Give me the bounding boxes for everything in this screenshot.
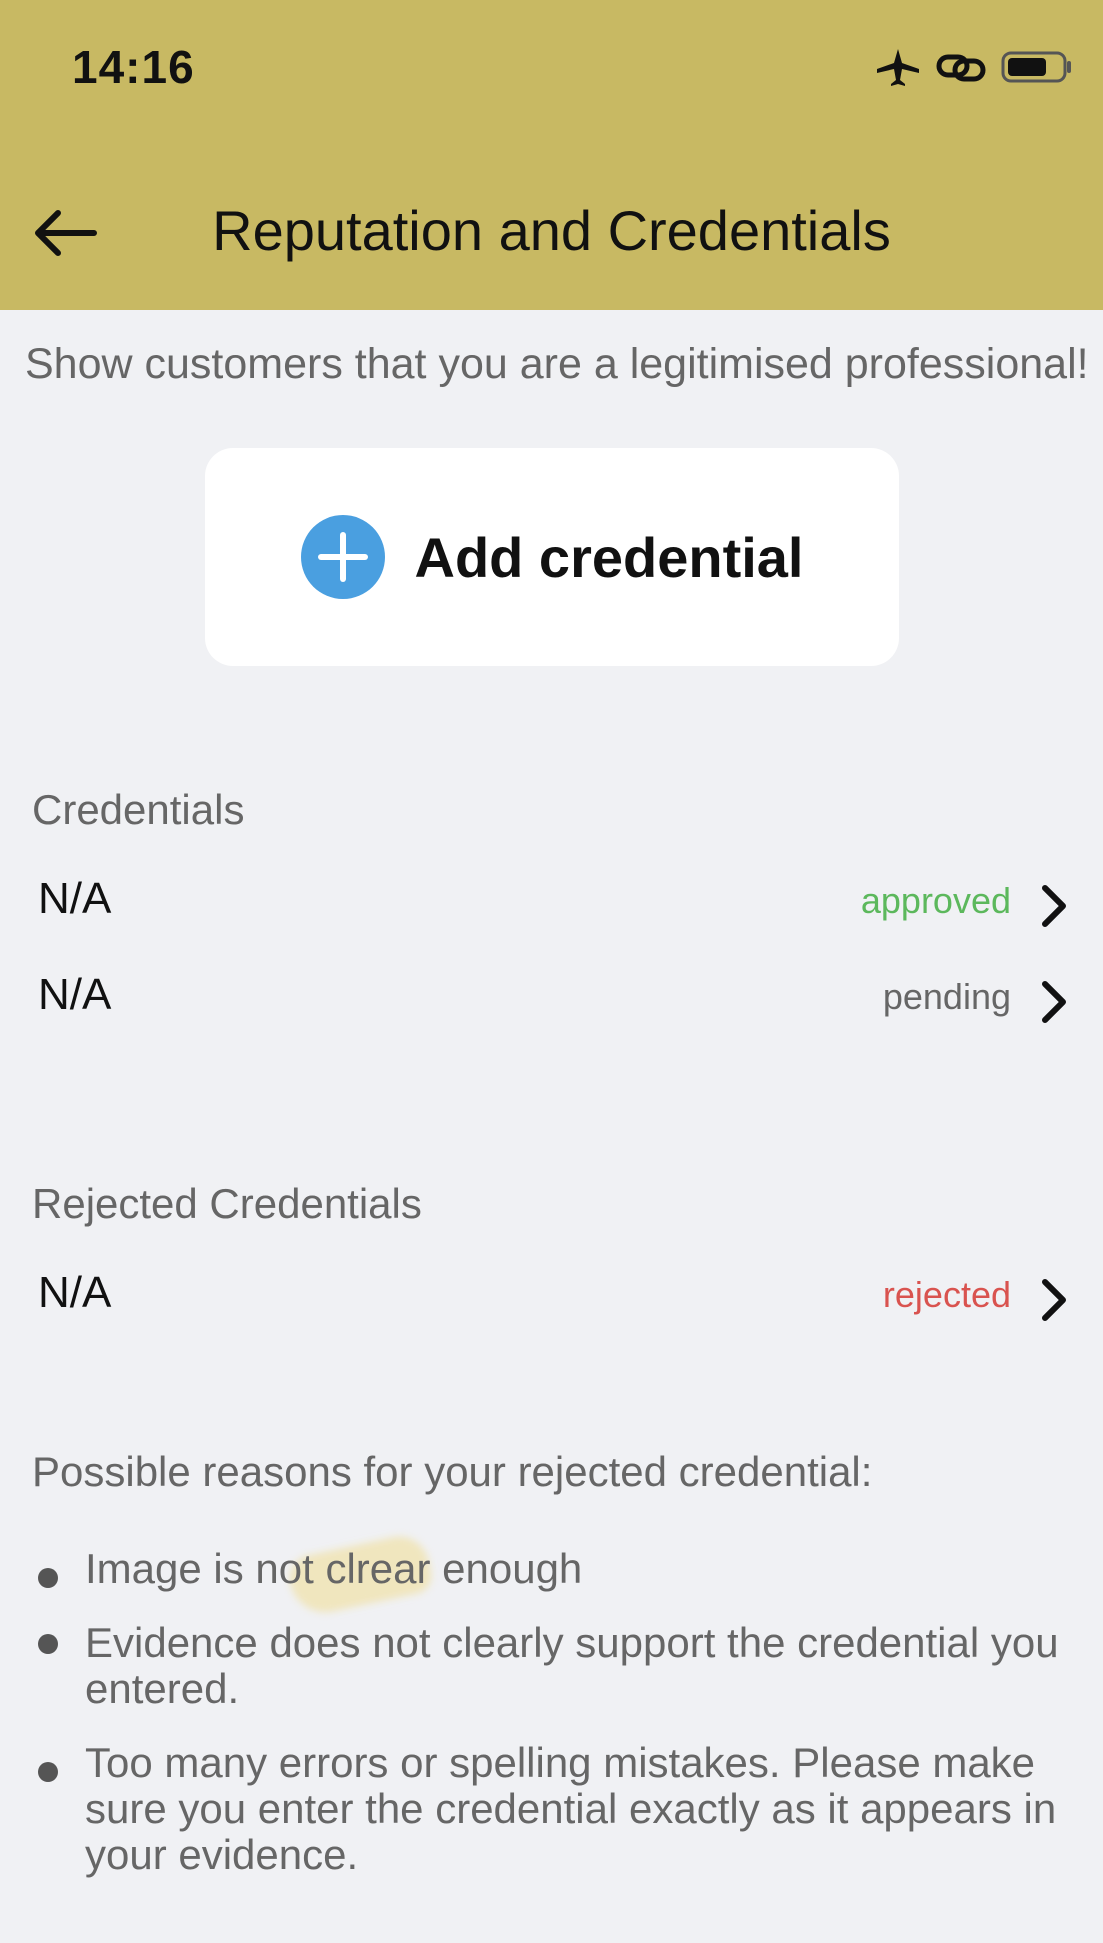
credential-name: N/A	[38, 970, 112, 1019]
rejected-credential-row[interactable]: N/A rejected	[0, 1260, 1103, 1340]
battery-icon	[1001, 47, 1073, 87]
airplane-icon	[875, 47, 921, 87]
reason-item: Too many errors or spelling mistakes. Pl…	[85, 1739, 1057, 1878]
app-header: 14:16 Reputation and Credentials	[0, 0, 1103, 310]
bullet-dot	[38, 1568, 58, 1588]
page-subtitle: Show customers that you are a legitimise…	[25, 340, 1089, 388]
credential-row[interactable]: N/A approved	[0, 866, 1103, 946]
reasons-heading: Possible reasons for your rejected crede…	[32, 1448, 873, 1495]
status-icons	[875, 42, 1073, 92]
status-label-rejected: rejected	[882, 1274, 1011, 1315]
plus-circle-icon	[300, 515, 385, 599]
credential-name: N/A	[38, 874, 112, 923]
link-icon	[935, 47, 987, 87]
bullet-dot	[38, 1762, 58, 1782]
add-credential-button[interactable]: Add credential	[205, 448, 899, 666]
chevron-right-icon	[1033, 1274, 1073, 1326]
credential-row[interactable]: N/A pending	[0, 962, 1103, 1042]
bullet-dot	[38, 1634, 58, 1654]
rejected-credentials-heading: Rejected Credentials	[32, 1180, 422, 1227]
chevron-right-icon	[1033, 880, 1073, 932]
reason-item: Evidence does not clearly support the cr…	[85, 1619, 1059, 1712]
credentials-heading: Credentials	[32, 786, 245, 833]
status-label-approved: approved	[860, 880, 1011, 921]
add-credential-label: Add credential	[414, 525, 804, 589]
chevron-right-icon	[1033, 976, 1073, 1028]
credential-name: N/A	[38, 1268, 112, 1317]
page-title: Reputation and Credentials	[212, 199, 891, 262]
reason-item: Image is not clrear enough	[85, 1545, 583, 1592]
status-time: 14:16	[72, 41, 195, 93]
status-label-pending: pending	[882, 976, 1011, 1017]
